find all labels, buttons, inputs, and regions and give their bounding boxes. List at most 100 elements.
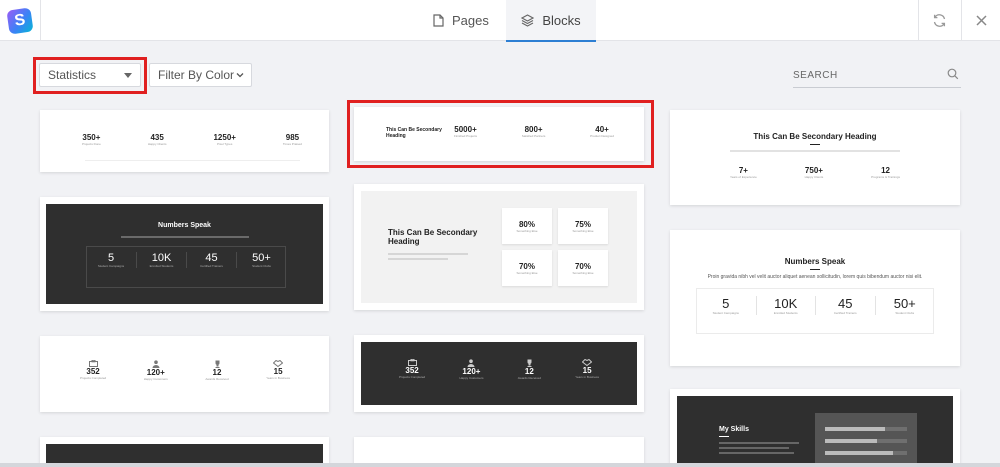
stat-label: Something Else xyxy=(516,228,538,233)
dark-panel: My Skills xyxy=(677,396,953,467)
stat-item: 15 Years in Business xyxy=(266,360,290,381)
chevron-down-icon xyxy=(236,73,244,78)
stat-number: 120+ xyxy=(146,368,165,377)
stat-label: Student Campaigns xyxy=(97,264,125,268)
color-filter-value: Filter By Color xyxy=(158,68,235,82)
briefcase-icon xyxy=(407,359,417,366)
trophy-icon xyxy=(215,360,219,368)
card-heading: This Can Be Secondary Heading xyxy=(753,132,877,141)
stat-label: Pixel Types xyxy=(217,142,233,146)
card-subtext xyxy=(719,447,789,449)
stat-number: 50+ xyxy=(252,252,271,264)
stat-label: Student Clubs xyxy=(895,311,915,315)
color-filter-select[interactable]: Filter By Color xyxy=(149,63,252,87)
stat-number: 10K xyxy=(151,252,172,264)
stat-label: Awards Received xyxy=(517,376,541,380)
stat-item: 10K Enrolled Students xyxy=(136,252,186,268)
search-input[interactable] xyxy=(793,64,933,86)
card-heading: This Can Be Secondary Heading xyxy=(388,228,478,246)
stat-item: 435 Happy Clients xyxy=(148,133,167,146)
stat-number: 15 xyxy=(273,367,283,376)
stat-label: Times Praised xyxy=(282,142,302,146)
heading-underline xyxy=(810,144,820,145)
stat-number: 352 xyxy=(405,366,419,375)
refresh-icon xyxy=(933,14,945,27)
stat-item: 750+ Happy Clients xyxy=(805,166,824,179)
block-card-my-skills[interactable]: My Skills xyxy=(670,389,960,467)
block-card-stats-3[interactable]: This Can Be Secondary Heading 7+ Years of… xyxy=(670,110,960,205)
stat-label: Years in Business xyxy=(575,375,599,379)
close-button[interactable] xyxy=(961,0,1000,41)
tab-pages[interactable]: Pages xyxy=(433,0,489,41)
stat-label: Satisfied Partners xyxy=(521,134,546,138)
dark-panel: Numbers Speak 5 Student Campaigns 10K Enro… xyxy=(46,204,323,304)
stat-label: Student Campaigns xyxy=(712,311,739,315)
stat-number: 12 xyxy=(881,166,890,175)
stat-number: 800+ xyxy=(524,125,543,134)
stat-item: 10K Enrolled Students xyxy=(755,296,816,315)
stat-label: Something Else xyxy=(516,270,538,275)
stat-item: 350+ Projects Done xyxy=(82,133,101,146)
category-select[interactable]: Statistics xyxy=(39,63,141,87)
card-subtext xyxy=(730,150,900,152)
stat-item: 7+ Years of Experience xyxy=(730,166,757,179)
card-subtext xyxy=(719,452,794,454)
bottom-scrollbar[interactable] xyxy=(0,463,1000,467)
block-card-stats-2[interactable]: This Can Be Secondary Heading 5000+ Finis… xyxy=(354,107,644,161)
trophy-icon xyxy=(527,359,532,367)
stat-number: 45 xyxy=(205,252,218,264)
stat-label: Happy Customers xyxy=(459,376,484,380)
title-underline xyxy=(810,269,820,270)
stat-label: Projects Done xyxy=(82,142,101,146)
stat-label: Student Clubs xyxy=(252,264,271,268)
block-card-percent-cells[interactable]: This Can Be Secondary Heading 80% Somethi… xyxy=(354,184,644,310)
stat-label: Enrolled Students xyxy=(773,311,798,315)
handshake-icon xyxy=(273,360,284,367)
stat-number: 5 xyxy=(107,252,115,264)
stat-number: 120+ xyxy=(462,367,481,376)
stat-item: 15 Years in Business xyxy=(575,359,599,380)
stat-item: 352 Projects Completed xyxy=(80,360,106,381)
layers-icon xyxy=(521,14,535,27)
stat-number: 45 xyxy=(838,296,853,311)
stat-item: 120+ Happy Customers xyxy=(144,360,168,381)
stat-number: 40+ xyxy=(595,125,609,134)
block-card-numbers-speak-dark[interactable]: Numbers Speak 5 Student Campaigns 10K Enro… xyxy=(40,197,329,311)
tab-blocks-label: Blocks xyxy=(542,13,581,28)
card-title: Numbers Speak xyxy=(158,222,211,229)
stat-label: Years in Business xyxy=(266,376,290,380)
stat-item: 352 Projects Completed xyxy=(399,359,425,380)
block-card-icon-stats-light[interactable]: 352 Projects Completed 120+ Happy Customer… xyxy=(40,336,329,412)
caret-down-icon xyxy=(124,73,132,78)
stat-label: Certified Trainers xyxy=(833,311,857,315)
refresh-button[interactable] xyxy=(918,0,959,41)
stat-item: 1250+ Pixel Types xyxy=(213,133,235,146)
stat-item: 985 Times Praised xyxy=(283,133,302,146)
page-icon xyxy=(433,14,444,27)
card-subtitle: Proin gravida nibh vel velit auctor aliq… xyxy=(707,274,923,280)
stat-number: 7+ xyxy=(738,166,748,175)
tab-blocks[interactable]: Blocks xyxy=(506,0,596,42)
stat-number: 350+ xyxy=(82,133,101,142)
search-icon[interactable] xyxy=(947,68,959,80)
stat-label: Certified Trainers xyxy=(200,264,223,268)
stat-label: Happy Customers xyxy=(143,377,168,381)
block-card-icon-stats-dark[interactable]: 352 Projects Completed 120+ Happy Customer… xyxy=(354,335,644,412)
card-title: Numbers Speak xyxy=(784,257,846,266)
stat-number: 985 xyxy=(285,133,300,142)
stat-label: Something Else xyxy=(572,228,594,233)
stat-cell: 70% Something Else xyxy=(558,250,608,286)
stat-label: Projects Completed xyxy=(80,376,107,380)
block-card-numbers-speak-light[interactable]: Numbers Speak Proin gravida nibh vel vel… xyxy=(670,230,960,366)
card-title: My Skills xyxy=(719,426,749,433)
tab-pages-label: Pages xyxy=(452,13,489,28)
stat-number: 1250+ xyxy=(213,133,236,142)
stat-cell: 70% Something Else xyxy=(502,250,552,286)
card-subtext xyxy=(719,442,799,444)
block-card-stats-1[interactable]: 350+ Projects Done 435 Happy Clients 1250+… xyxy=(40,110,329,172)
skill-bar-fill xyxy=(825,451,893,455)
stat-item: 5000+ Finished Projects xyxy=(454,125,477,138)
stat-item: 5 Student Campaigns xyxy=(696,296,756,315)
stat-item: 120+ Happy Customers xyxy=(459,359,483,380)
stat-number: 70% xyxy=(518,261,535,271)
